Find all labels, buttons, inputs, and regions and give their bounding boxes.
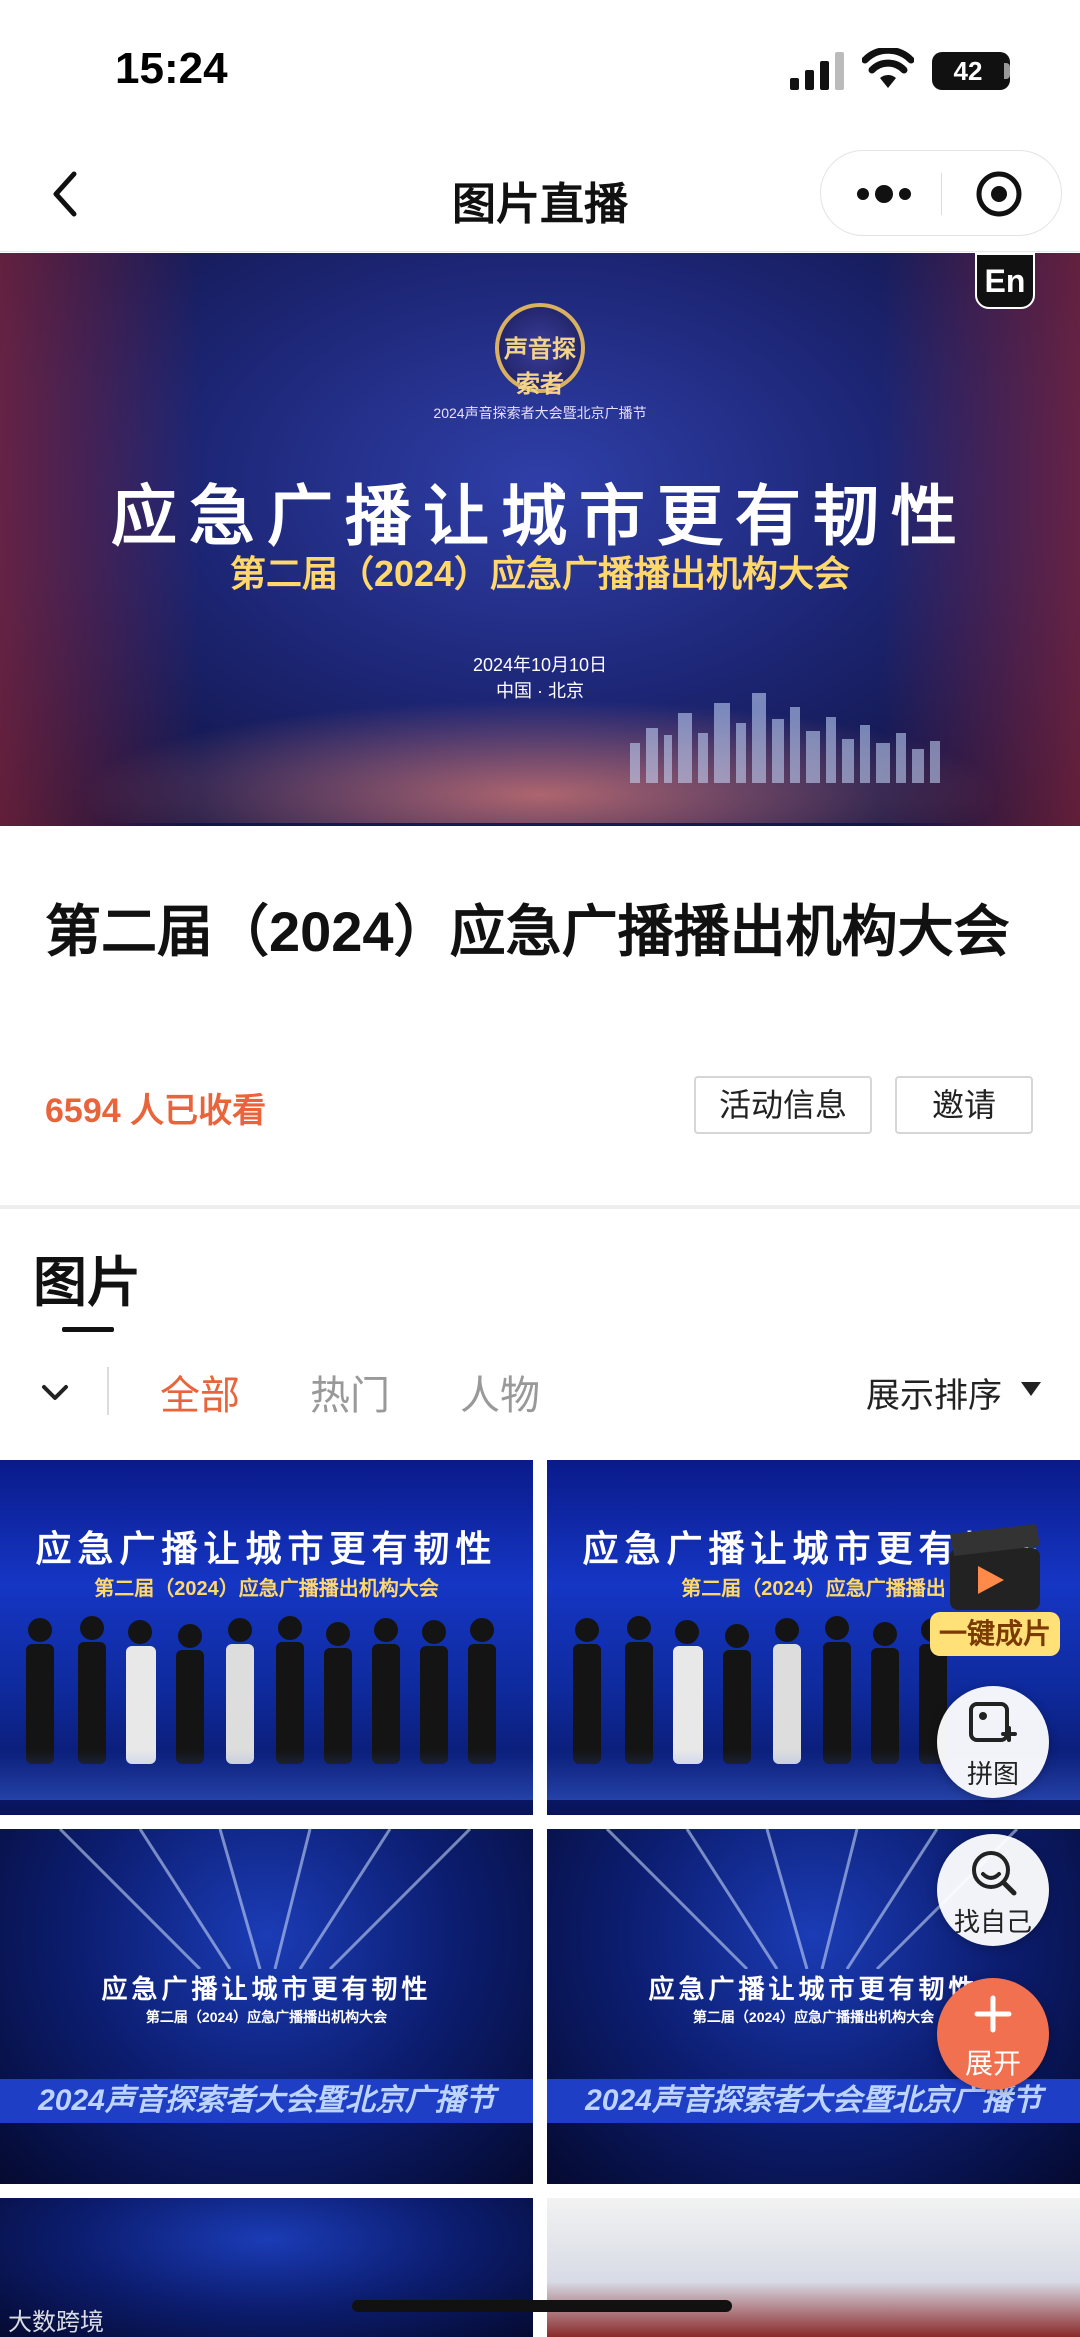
photo-thumbnail[interactable]: 应急广播让城市更有韧性 第二届（2024）应急广播播出机构大会 bbox=[0, 1460, 533, 1815]
face-search-icon bbox=[972, 1851, 1017, 1896]
watermark: 大数跨境 bbox=[8, 2309, 104, 2336]
banner-small-line: 2024声音探索者大会暨北京广播节 bbox=[433, 405, 647, 421]
stage-light-beams bbox=[58, 1829, 472, 1969]
photo-subtitle: 第二届（2024）应急广播播出机构大会 bbox=[145, 2009, 388, 2025]
banner-date: 2024年10月10日 bbox=[472, 655, 608, 675]
invite-button[interactable]: 邀请 bbox=[895, 1076, 1033, 1134]
section-divider bbox=[0, 1205, 1080, 1209]
tab-people[interactable]: 人物 bbox=[460, 1363, 540, 1421]
chevron-down-icon[interactable] bbox=[38, 1375, 72, 1409]
photo-floor-light bbox=[0, 1750, 533, 1800]
photo-stage-band: 2024声音探索者大会暨北京广播节 bbox=[0, 2079, 533, 2123]
nav-bar: 图片直播 bbox=[0, 140, 1080, 252]
plus-icon bbox=[974, 1995, 1012, 2033]
photo-headline: 应急广播让城市更有韧性 bbox=[35, 1529, 498, 1569]
find-myself-button[interactable]: 找自己 bbox=[937, 1834, 1049, 1946]
one-click-video-button[interactable]: 一键成片 bbox=[930, 1510, 1060, 1660]
tab-all[interactable]: 全部 bbox=[160, 1363, 240, 1421]
close-miniprogram-icon[interactable] bbox=[973, 169, 1025, 219]
sort-dropdown[interactable]: 展示排序 bbox=[866, 1368, 1002, 1417]
event-banner: 声音探索者 2024声音探索者大会暨北京广播节 应急广播让城市更有韧性 第二届（… bbox=[0, 253, 1080, 826]
city-skyline-graphic bbox=[630, 693, 940, 783]
signal-icon bbox=[790, 52, 844, 90]
find-myself-label: 找自己 bbox=[953, 1907, 1032, 1937]
collage-label: 拼图 bbox=[966, 1759, 1019, 1789]
filter-divider bbox=[107, 1367, 109, 1415]
battery-level: 42 bbox=[953, 56, 983, 86]
event-logo: 声音探索者 bbox=[495, 303, 585, 398]
home-indicator[interactable] bbox=[352, 2300, 732, 2312]
battery-icon: 42 bbox=[932, 52, 1010, 90]
banner-subtitle: 第二届（2024）应急广播播出机构大会 bbox=[229, 553, 851, 594]
expand-label: 展开 bbox=[964, 2048, 1021, 2079]
tab-hot[interactable]: 热门 bbox=[310, 1363, 390, 1421]
photos-title-underline bbox=[62, 1327, 114, 1332]
more-icon[interactable] bbox=[849, 169, 919, 219]
caret-down-icon[interactable] bbox=[1020, 1380, 1042, 1398]
expand-button[interactable]: 展开 bbox=[937, 1978, 1049, 2090]
photo-thumbnail[interactable]: 应急广播让城市更有韧性 第二届（2024）应急广播播出机构大会 2024声音探索… bbox=[0, 1829, 533, 2184]
viewer-count: 6594 人已收看 bbox=[45, 1092, 267, 1130]
event-logo-text: 声音探索者 bbox=[504, 336, 576, 398]
one-click-video-label: 一键成片 bbox=[930, 1612, 1060, 1656]
status-time: 15:24 bbox=[115, 44, 228, 93]
battery-cap bbox=[1004, 63, 1010, 79]
activity-info-button[interactable]: 活动信息 bbox=[694, 1076, 872, 1134]
collage-icon bbox=[969, 1702, 1017, 1742]
clapperboard-icon bbox=[950, 1524, 1040, 1610]
status-bar: 15:24 42 bbox=[0, 0, 1080, 140]
language-toggle-button[interactable]: En bbox=[975, 253, 1035, 309]
group-photo-people bbox=[26, 1616, 496, 1764]
event-title: 第二届（2024）应急广播播出机构大会 bbox=[45, 900, 1010, 963]
miniprogram-capsule bbox=[820, 150, 1062, 236]
wifi-icon bbox=[862, 48, 914, 88]
photo-thumbnail[interactable] bbox=[547, 2198, 1080, 2337]
collage-button[interactable]: 拼图 bbox=[937, 1686, 1049, 1798]
photo-subtitle: 第二届（2024）应急广播播出机构大会 bbox=[94, 1578, 439, 1600]
photo-headline: 应急广播让城市更有韧性 bbox=[101, 1975, 432, 2004]
photos-section-title: 图片 bbox=[33, 1253, 141, 1313]
capsule-divider bbox=[941, 173, 942, 215]
